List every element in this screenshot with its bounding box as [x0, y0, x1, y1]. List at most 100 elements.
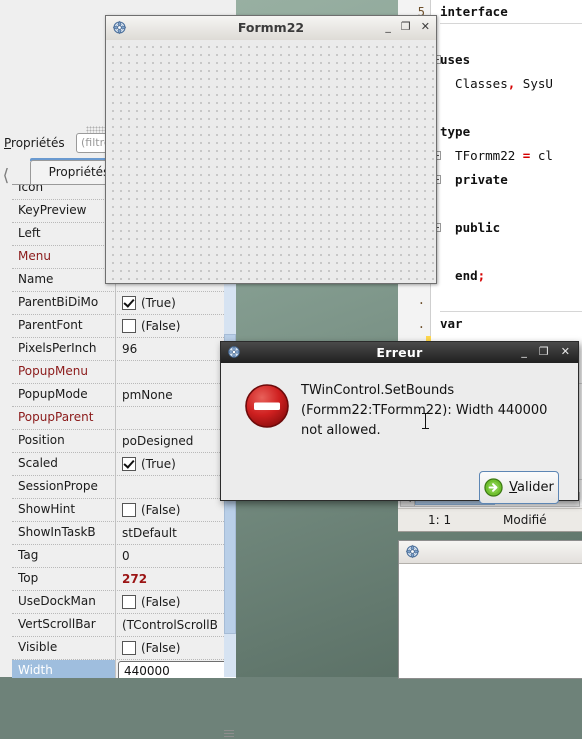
property-name[interactable]: Name: [12, 269, 116, 291]
property-row[interactable]: ShowHint (False): [12, 499, 236, 522]
inspector-title: Propriétés: [4, 136, 65, 150]
property-name[interactable]: Visible: [12, 637, 116, 659]
property-row[interactable]: PopupMode pmNone: [12, 384, 236, 407]
property-value[interactable]: 272: [116, 568, 236, 590]
property-value[interactable]: [116, 476, 236, 498]
property-name[interactable]: KeyPreview: [12, 200, 116, 222]
property-row[interactable]: Top 272: [12, 568, 236, 591]
minimize-icon[interactable]: _: [385, 20, 391, 34]
property-row[interactable]: PopupParent: [12, 407, 236, 430]
form-designer-window[interactable]: Formm22 _ ❐ ✕: [105, 15, 437, 284]
property-name[interactable]: ShowInTaskB: [12, 522, 116, 544]
property-value[interactable]: 0: [116, 545, 236, 567]
minimize-icon[interactable]: _: [521, 345, 527, 359]
property-name[interactable]: Tag: [12, 545, 116, 567]
editor-code-line[interactable]: [440, 288, 582, 312]
property-value[interactable]: [116, 407, 236, 429]
property-name[interactable]: Icon: [12, 185, 116, 199]
property-value[interactable]: (False): [116, 637, 236, 659]
editor-line-number: .: [417, 293, 425, 307]
property-name[interactable]: Left: [12, 223, 116, 245]
validate-button[interactable]: Valider: [479, 471, 559, 504]
splitter-grip-icon[interactable]: [224, 730, 234, 739]
property-value[interactable]: (False): [116, 499, 236, 521]
property-row[interactable]: SessionPrope: [12, 476, 236, 499]
editor-code-line[interactable]: uses: [440, 48, 582, 72]
maximize-icon[interactable]: ❐: [401, 20, 411, 34]
property-name[interactable]: VertScrollBar: [12, 614, 116, 636]
property-name[interactable]: Scaled: [12, 453, 116, 475]
property-row[interactable]: ▷VertScrollBar(TControlScrollB: [12, 614, 236, 637]
form-titlebar[interactable]: Formm22 _ ❐ ✕: [106, 16, 436, 41]
editor-code-line[interactable]: var: [440, 312, 582, 336]
bottom-window-titlebar[interactable]: [399, 541, 582, 564]
property-row[interactable]: Position poDesigned: [12, 430, 236, 453]
checkbox-unchecked-icon[interactable]: [122, 503, 136, 517]
editor-code-line[interactable]: [440, 192, 582, 216]
property-row[interactable]: UseDockMan (False): [12, 591, 236, 614]
property-row[interactable]: Scaled (True): [12, 453, 236, 476]
property-row[interactable]: Visible (False): [12, 637, 236, 660]
property-row[interactable]: ➨Width: [12, 660, 236, 678]
property-value-input[interactable]: [118, 661, 236, 678]
panel-drag-grip[interactable]: [86, 126, 106, 133]
dialog-body: TWinControl.SetBounds (Formm22:TFormm22)…: [221, 363, 578, 504]
bottom-window[interactable]: [398, 540, 582, 679]
editor-code-line[interactable]: [440, 96, 582, 120]
property-name[interactable]: ParentBiDiMo: [12, 292, 116, 314]
close-icon[interactable]: ✕: [421, 20, 430, 34]
error-dialog[interactable]: Erreur _ ❐ ✕ TWinControl.SetBounds (Form…: [220, 341, 579, 504]
property-row[interactable]: ParentBiDiMo (True): [12, 292, 236, 315]
property-value[interactable]: stDefault: [116, 522, 236, 544]
editor-code-line[interactable]: private: [440, 168, 582, 192]
property-name[interactable]: SessionPrope: [12, 476, 116, 498]
property-row[interactable]: ParentFont (False): [12, 315, 236, 338]
property-row[interactable]: PixelsPerInch 96: [12, 338, 236, 361]
status-cursor-position: 1: 1: [428, 513, 452, 527]
checkbox-unchecked-icon[interactable]: [122, 595, 136, 609]
chevron-left-icon[interactable]: ⟨: [0, 164, 12, 188]
checkbox-checked-icon[interactable]: [122, 457, 136, 471]
property-value[interactable]: poDesigned: [116, 430, 236, 452]
property-row[interactable]: ShowInTaskB stDefault: [12, 522, 236, 545]
property-name[interactable]: Position: [12, 430, 116, 452]
checkbox-label: (False): [141, 640, 181, 655]
property-value[interactable]: 96: [116, 338, 236, 360]
property-name[interactable]: ParentFont: [12, 315, 116, 337]
property-value[interactable]: pmNone: [116, 384, 236, 406]
property-value[interactable]: (True): [116, 453, 236, 475]
property-value[interactable]: (False): [116, 591, 236, 613]
dialog-titlebar[interactable]: Erreur _ ❐ ✕: [221, 342, 578, 364]
form-design-canvas[interactable]: [106, 40, 436, 283]
property-value[interactable]: (False): [116, 315, 236, 337]
property-name[interactable]: PixelsPerInch: [12, 338, 116, 360]
checkbox-unchecked-icon[interactable]: [122, 319, 136, 333]
editor-code-line[interactable]: Classes, SysU: [440, 72, 582, 96]
editor-code-line[interactable]: type: [440, 120, 582, 144]
property-value[interactable]: [116, 660, 236, 678]
checkbox-unchecked-icon[interactable]: [122, 641, 136, 655]
property-row[interactable]: PopupMenu: [12, 361, 236, 384]
editor-code-line[interactable]: [440, 240, 582, 264]
property-name[interactable]: PopupMenu: [12, 361, 116, 383]
property-name[interactable]: ShowHint: [12, 499, 116, 521]
property-name[interactable]: Width: [12, 660, 116, 678]
property-row[interactable]: Tag 0: [12, 545, 236, 568]
property-value[interactable]: [116, 361, 236, 383]
property-value[interactable]: (TControlScrollB: [116, 614, 236, 636]
maximize-icon[interactable]: ❐: [539, 345, 549, 359]
close-icon[interactable]: ✕: [561, 345, 570, 359]
editor-code-line[interactable]: interface: [440, 0, 582, 24]
property-name[interactable]: PopupParent: [12, 407, 116, 429]
property-name[interactable]: PopupMode: [12, 384, 116, 406]
property-name[interactable]: UseDockMan: [12, 591, 116, 613]
property-name[interactable]: Menu: [12, 246, 116, 268]
checkbox-checked-icon[interactable]: [122, 296, 136, 310]
editor-code-line[interactable]: public: [440, 216, 582, 240]
validate-accel: V: [509, 480, 518, 495]
editor-code-line[interactable]: [440, 24, 582, 48]
property-name[interactable]: Top: [12, 568, 116, 590]
editor-code-line[interactable]: end;: [440, 264, 582, 288]
property-value[interactable]: (True): [116, 292, 236, 314]
editor-code-line[interactable]: TFormm22 = cl: [440, 144, 582, 168]
